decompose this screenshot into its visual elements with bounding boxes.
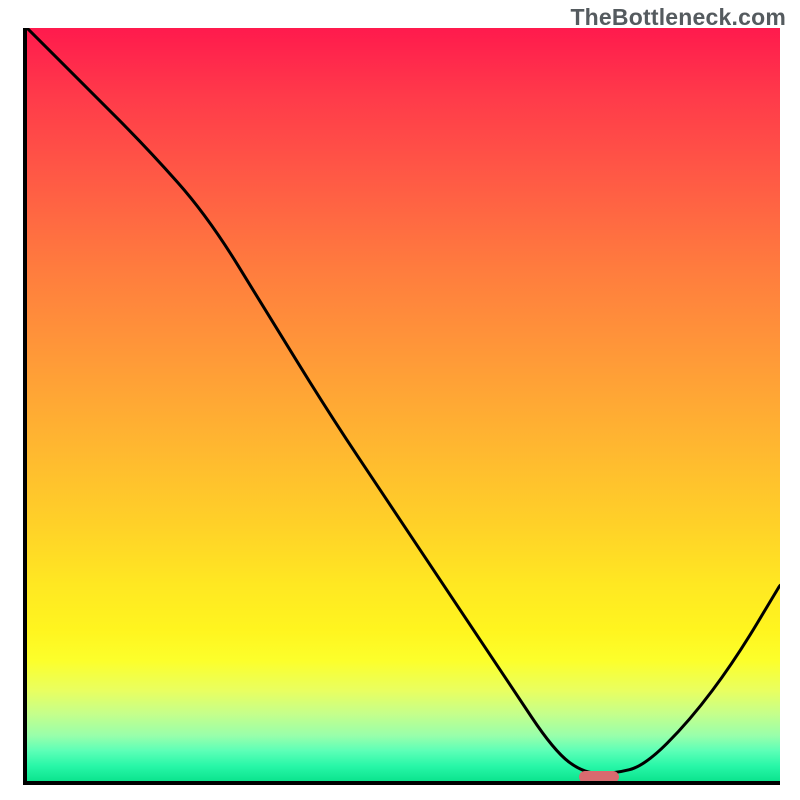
bottleneck-chart: TheBottleneck.com [0, 0, 800, 800]
bottleneck-curve [27, 28, 780, 773]
optimal-marker [579, 771, 619, 783]
watermark-text: TheBottleneck.com [570, 4, 786, 31]
curve-layer [27, 28, 780, 781]
plot-area [23, 28, 780, 785]
